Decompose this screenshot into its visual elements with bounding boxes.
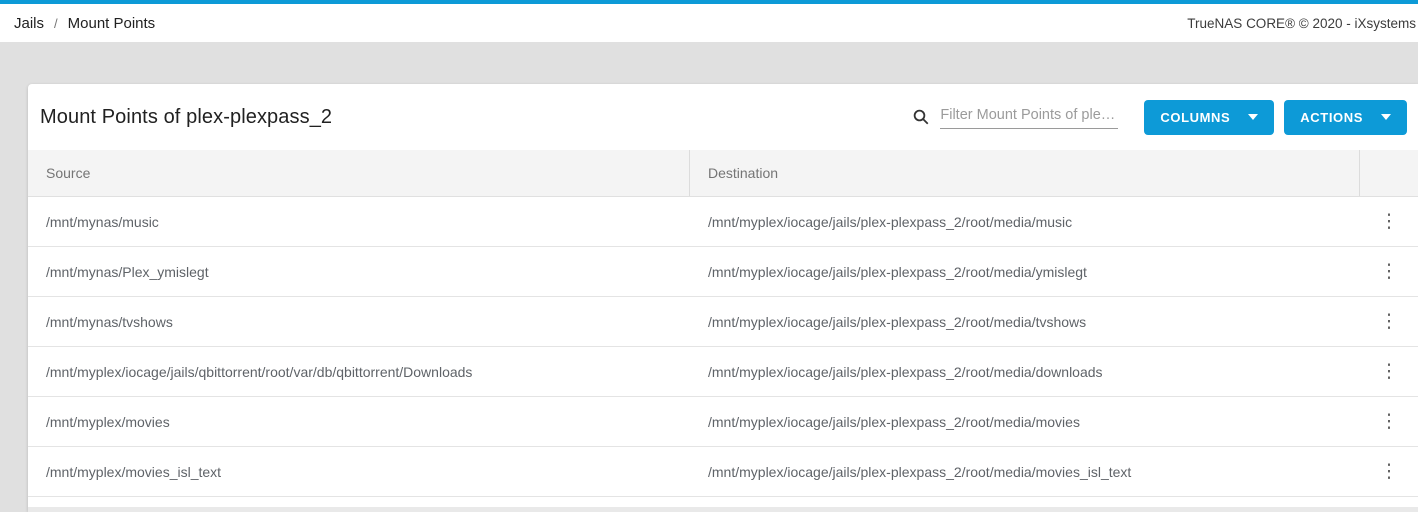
page-background: Mount Points of plex-plexpass_2 COLUMNS <box>0 43 1418 512</box>
column-header-source[interactable]: Source <box>28 150 690 196</box>
table-row: /mnt/myplex/iocage/jails/qbittorrent/roo… <box>28 347 1418 397</box>
actions-button-label: ACTIONS <box>1300 110 1363 125</box>
chevron-down-icon <box>1381 114 1391 120</box>
filter-field <box>912 105 1118 129</box>
table-row: /mnt/myplex/movies /mnt/myplex/iocage/ja… <box>28 397 1418 447</box>
source-cell: /mnt/myplex/movies <box>28 414 690 430</box>
row-menu-button[interactable]: ⋮ <box>1372 308 1407 335</box>
actions-button[interactable]: ACTIONS <box>1284 100 1407 135</box>
destination-cell: /mnt/myplex/iocage/jails/plex-plexpass_2… <box>690 264 1360 280</box>
header-controls: COLUMNS ACTIONS <box>912 100 1407 135</box>
kebab-icon: ⋮ <box>1380 460 1399 482</box>
column-header-actions <box>1360 150 1418 196</box>
destination-cell: /mnt/myplex/iocage/jails/plex-plexpass_2… <box>690 364 1360 380</box>
row-menu-button[interactable]: ⋮ <box>1372 408 1407 435</box>
horizontal-scrollbar[interactable] <box>28 507 1418 512</box>
destination-cell: /mnt/myplex/iocage/jails/plex-plexpass_2… <box>690 414 1360 430</box>
page-title: Mount Points of plex-plexpass_2 <box>40 106 332 129</box>
kebab-icon: ⋮ <box>1380 210 1399 232</box>
kebab-icon: ⋮ <box>1380 260 1399 282</box>
row-menu-button[interactable]: ⋮ <box>1372 458 1407 485</box>
source-cell: /mnt/myplex/iocage/jails/qbittorrent/roo… <box>28 364 690 380</box>
breadcrumb-separator: / <box>54 16 58 31</box>
columns-button[interactable]: COLUMNS <box>1144 100 1274 135</box>
destination-cell: /mnt/myplex/iocage/jails/plex-plexpass_2… <box>690 464 1360 480</box>
row-menu-button[interactable]: ⋮ <box>1372 208 1407 235</box>
columns-button-label: COLUMNS <box>1160 110 1230 125</box>
kebab-icon: ⋮ <box>1380 310 1399 332</box>
row-menu-button[interactable]: ⋮ <box>1372 258 1407 285</box>
brand-text: TrueNAS CORE® © 2020 - iXsystems <box>1187 16 1416 31</box>
source-cell: /mnt/mynas/tvshows <box>28 314 690 330</box>
column-header-destination[interactable]: Destination <box>690 150 1360 196</box>
top-navbar: Jails / Mount Points TrueNAS CORE® © 202… <box>0 4 1418 43</box>
row-menu-button[interactable]: ⋮ <box>1372 358 1407 385</box>
table-row: /mnt/mynas/tvshows /mnt/myplex/iocage/ja… <box>28 297 1418 347</box>
table-row: /mnt/mynas/Plex_ymislegt /mnt/myplex/ioc… <box>28 247 1418 297</box>
table-header-row: Source Destination <box>28 150 1418 197</box>
filter-input[interactable] <box>940 105 1118 129</box>
table-row: /mnt/mynas/music /mnt/myplex/iocage/jail… <box>28 197 1418 247</box>
kebab-icon: ⋮ <box>1380 410 1399 432</box>
table-row-partial <box>28 497 1418 507</box>
search-icon <box>912 108 930 126</box>
destination-cell: /mnt/myplex/iocage/jails/plex-plexpass_2… <box>690 214 1360 230</box>
source-cell: /mnt/mynas/Plex_ymislegt <box>28 264 690 280</box>
mount-points-table: Source Destination /mnt/mynas/music /mnt… <box>28 150 1418 512</box>
breadcrumb-current: Mount Points <box>68 15 156 32</box>
chevron-down-icon <box>1248 114 1258 120</box>
destination-cell: /mnt/myplex/iocage/jails/plex-plexpass_2… <box>690 314 1360 330</box>
mount-points-card: Mount Points of plex-plexpass_2 COLUMNS <box>28 84 1418 512</box>
source-cell: /mnt/myplex/movies_isl_text <box>28 464 690 480</box>
card-header: Mount Points of plex-plexpass_2 COLUMNS <box>28 84 1418 150</box>
table-row: /mnt/myplex/movies_isl_text /mnt/myplex/… <box>28 447 1418 497</box>
breadcrumb: Jails / Mount Points <box>14 15 155 32</box>
breadcrumb-jails[interactable]: Jails <box>14 15 44 32</box>
source-cell: /mnt/mynas/music <box>28 214 690 230</box>
kebab-icon: ⋮ <box>1380 360 1399 382</box>
